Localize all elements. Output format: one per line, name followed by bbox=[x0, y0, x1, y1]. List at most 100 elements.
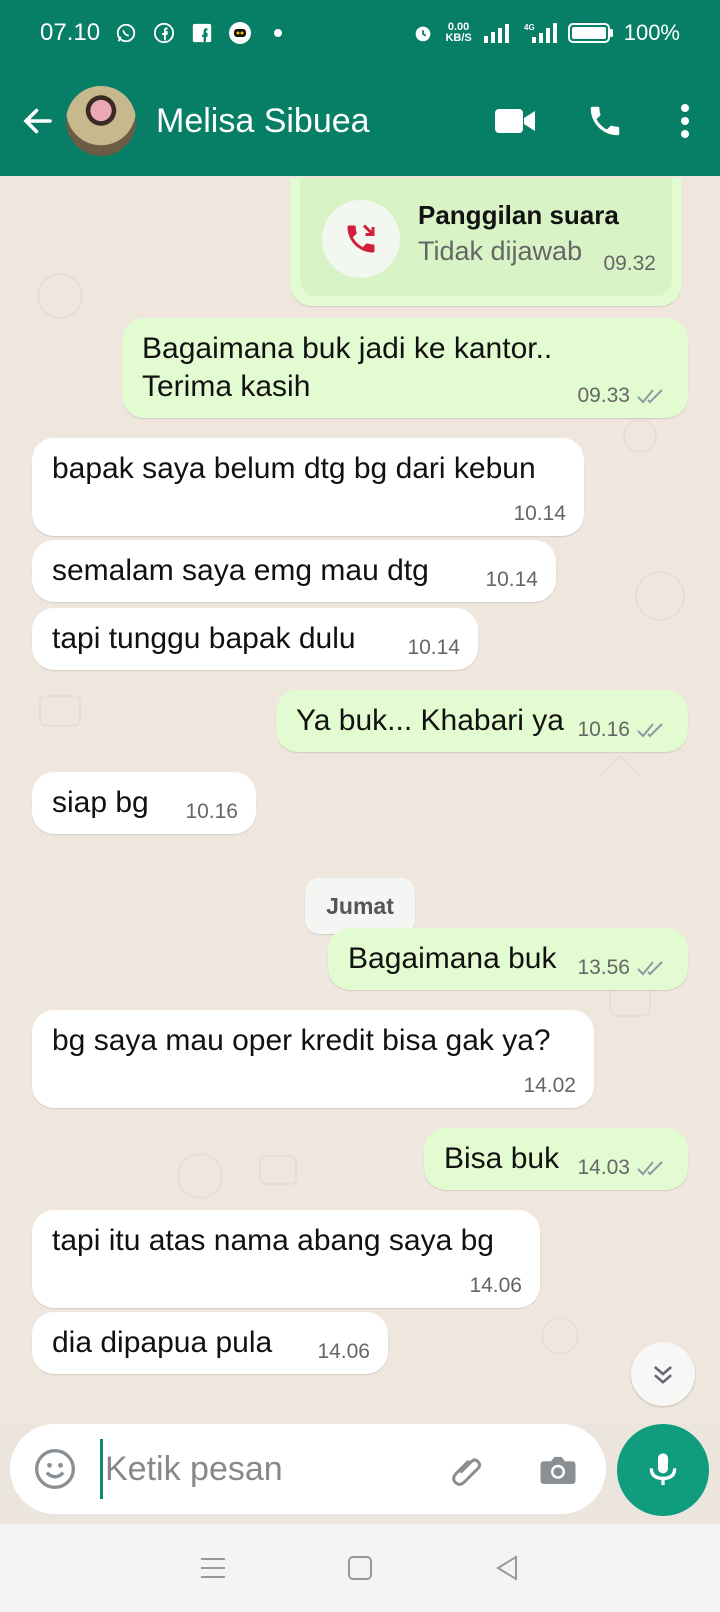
svg-text:4G: 4G bbox=[524, 23, 535, 32]
message-meta: 13.56 bbox=[577, 956, 670, 980]
square-icon bbox=[347, 1556, 372, 1580]
more-options-button[interactable] bbox=[650, 76, 720, 166]
message-bubble[interactable]: Bagaimana buk jadi ke kantor.. Terima ka… bbox=[122, 318, 688, 418]
voice-call-button[interactable] bbox=[560, 76, 650, 166]
message-time: 14.06 bbox=[469, 1274, 522, 1297]
message-bubble[interactable]: semalam saya emg mau dtg 10.14 bbox=[32, 540, 556, 602]
message-bubble[interactable]: Ya buk... Khabari ya 10.16 bbox=[276, 690, 688, 752]
message-bubble[interactable]: siap bg 10.16 bbox=[32, 772, 256, 834]
signal-icon bbox=[482, 21, 512, 45]
emoji-button[interactable] bbox=[30, 1444, 80, 1494]
message-text: dia dipapua pula bbox=[52, 1326, 273, 1359]
message-text: bg saya mau oper kredit bisa gak ya? bbox=[52, 1024, 551, 1057]
chat-area[interactable]: Panggilan suara Tidak dijawab 09.32 Baga… bbox=[0, 176, 720, 1424]
video-call-button[interactable] bbox=[470, 76, 560, 166]
composer: Ketik pesan bbox=[10, 1424, 606, 1514]
message-bubble[interactable]: bapak saya belum dtg bg dari kebun 10.14 bbox=[32, 438, 584, 536]
message-time: 13.56 bbox=[577, 956, 630, 979]
message-time: 10.14 bbox=[485, 568, 538, 591]
whatsapp-icon bbox=[114, 21, 138, 45]
message-text: bapak saya belum dtg bg dari kebun bbox=[52, 452, 536, 485]
dot-icon bbox=[266, 21, 290, 45]
mic-icon bbox=[649, 1453, 677, 1485]
message-bubble[interactable]: dia dipapua pula 14.06 bbox=[32, 1312, 388, 1374]
chat-header: Melisa Sibuea bbox=[0, 66, 720, 176]
message-text: tapi itu atas nama abang saya bg bbox=[52, 1224, 494, 1257]
message-meta: 09.33 bbox=[577, 384, 670, 408]
message-bubble[interactable]: bg saya mau oper kredit bisa gak ya? 14.… bbox=[32, 1010, 594, 1108]
message-time: 14.02 bbox=[523, 1074, 576, 1097]
call-time: 09.32 bbox=[603, 252, 656, 275]
message-bubble[interactable]: Bisa buk 14.03 bbox=[424, 1128, 688, 1190]
message-text: siap bg bbox=[52, 786, 149, 819]
status-left: 07.10 bbox=[40, 19, 290, 47]
battery-icon bbox=[567, 21, 614, 45]
message-time: 10.16 bbox=[185, 800, 238, 823]
message-text: Bagaimana buk bbox=[348, 942, 557, 975]
alarm-icon bbox=[411, 21, 435, 45]
read-receipt-icon bbox=[637, 389, 663, 404]
back-button[interactable] bbox=[10, 93, 66, 149]
message-meta: 10.14 bbox=[407, 636, 460, 660]
net-speed: 0.00 KB/S bbox=[445, 22, 471, 44]
system-nav-bar bbox=[0, 1524, 720, 1612]
avatar[interactable] bbox=[66, 86, 136, 156]
camera-icon bbox=[540, 1456, 576, 1484]
app-icon bbox=[228, 21, 252, 45]
message-meta: 14.06 bbox=[317, 1340, 370, 1364]
read-receipt-icon bbox=[637, 961, 663, 976]
message-text: semalam saya emg mau dtg bbox=[52, 554, 429, 587]
message-text: tapi tunggu bapak dulu bbox=[52, 622, 356, 655]
scroll-to-bottom-button[interactable] bbox=[631, 1342, 695, 1406]
battery-percent: 100% bbox=[623, 20, 680, 45]
contact-name[interactable]: Melisa Sibuea bbox=[156, 102, 370, 141]
message-text: Ya buk... Khabari ya bbox=[296, 704, 564, 737]
back-nav-button[interactable] bbox=[477, 1538, 537, 1598]
call-title: Panggilan suara bbox=[418, 200, 619, 230]
read-receipt-icon bbox=[637, 723, 663, 738]
message-bubble[interactable]: tapi tunggu bapak dulu 10.14 bbox=[32, 608, 478, 670]
missed-call-icon-wrap bbox=[322, 200, 400, 278]
message-bubble[interactable]: tapi itu atas nama abang saya bg 14.06 bbox=[32, 1210, 540, 1308]
message-time: 14.06 bbox=[317, 1340, 370, 1363]
more-vert-icon bbox=[681, 104, 689, 138]
call-subtitle: Tidak dijawab bbox=[418, 236, 583, 266]
message-text: Bagaimana buk jadi ke kantor.. Terima ka… bbox=[142, 332, 553, 403]
date-separator: Jumat bbox=[305, 878, 415, 934]
message-meta: 14.06 bbox=[469, 1274, 522, 1298]
message-text: Bisa buk bbox=[444, 1142, 560, 1175]
status-time: 07.10 bbox=[40, 19, 101, 46]
message-input[interactable]: Ketik pesan bbox=[100, 1439, 400, 1499]
double-chevron-down-icon bbox=[653, 1366, 673, 1384]
status-right: 0.00 KB/S 4G 100% bbox=[411, 20, 680, 46]
voice-message-button[interactable] bbox=[617, 1424, 709, 1516]
message-time: 14.03 bbox=[577, 1156, 630, 1179]
message-time: 10.14 bbox=[513, 502, 566, 525]
missed-call-card[interactable]: Panggilan suara Tidak dijawab 09.32 bbox=[290, 178, 682, 306]
signal-4g-icon: 4G bbox=[522, 21, 558, 45]
message-meta: 10.16 bbox=[577, 718, 670, 742]
status-bar: 07.10 0.00 KB/S 4G 100% bbox=[0, 0, 720, 66]
recent-apps-button[interactable] bbox=[183, 1538, 243, 1598]
facebook-icon bbox=[152, 21, 176, 45]
missed-call-inner: Panggilan suara Tidak dijawab 09.32 bbox=[300, 178, 672, 296]
triangle-back-icon bbox=[495, 1555, 517, 1581]
camera-button[interactable] bbox=[530, 1442, 586, 1498]
video-call-icon bbox=[495, 109, 535, 133]
message-time: 09.33 bbox=[577, 384, 630, 407]
attach-button[interactable] bbox=[440, 1442, 496, 1498]
facebook-square-icon bbox=[190, 21, 214, 45]
paperclip-icon bbox=[452, 1458, 482, 1486]
home-button[interactable] bbox=[330, 1538, 390, 1598]
emoji-icon bbox=[35, 1449, 75, 1489]
message-time: 10.14 bbox=[407, 636, 460, 659]
message-meta: 10.14 bbox=[485, 568, 538, 592]
message-meta: 14.02 bbox=[523, 1074, 576, 1098]
message-time: 10.16 bbox=[577, 718, 630, 741]
message-bubble[interactable]: Bagaimana buk 13.56 bbox=[328, 928, 688, 990]
header-actions bbox=[470, 76, 720, 166]
menu-icon bbox=[201, 1558, 226, 1578]
voice-call-icon bbox=[590, 106, 620, 136]
back-arrow-icon bbox=[23, 108, 52, 134]
message-meta: 10.16 bbox=[185, 800, 238, 824]
